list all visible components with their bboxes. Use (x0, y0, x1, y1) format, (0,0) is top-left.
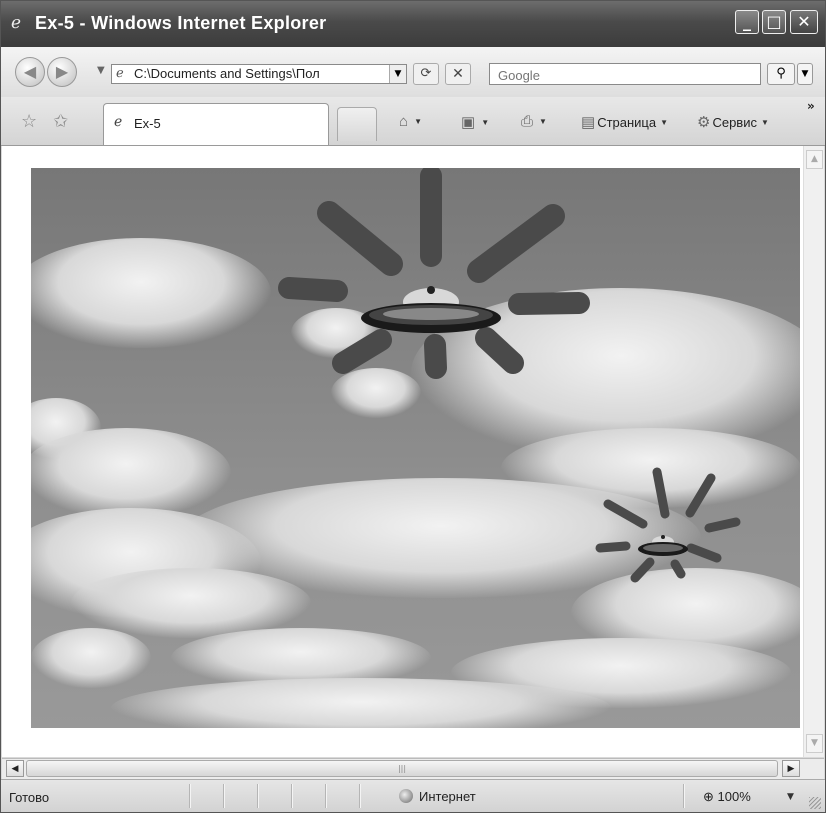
new-tab-button[interactable] (337, 107, 377, 141)
sky-image (31, 168, 800, 728)
print-button[interactable]: ⎙ ▼ (521, 113, 547, 130)
search-icon: ⚲ (776, 66, 786, 81)
forward-button[interactable]: ▶ (47, 57, 77, 87)
tools-dropdown-icon: ▼ (760, 118, 769, 127)
feeds-button[interactable]: ▣ ▼ (461, 113, 489, 131)
status-divider (359, 784, 361, 808)
title-bar[interactable]: ℯ Ex-5 - Windows Internet Explorer _ □ ✕ (1, 1, 825, 47)
tools-menu-label: Сервис (712, 115, 757, 130)
page-menu[interactable]: ▤ Страница ▼ (581, 113, 668, 131)
zoom-level: 100% (717, 789, 751, 804)
status-divider (325, 784, 327, 808)
large-ufo-ship (361, 286, 501, 333)
back-arrow-icon: ◀ (23, 62, 37, 81)
ufo-layer (278, 168, 741, 583)
horizontal-scrollbar[interactable]: ◀ ||| ▶ (2, 758, 824, 779)
magnifier-icon: ⊕ (703, 789, 714, 804)
minimize-button[interactable]: _ (735, 10, 759, 34)
refresh-button[interactable]: ⟳ (413, 63, 439, 85)
print-dropdown-icon[interactable]: ▼ (539, 117, 547, 126)
page-favicon-icon: ℯ (116, 66, 124, 81)
zoom-control[interactable]: ⊕ 100% (703, 789, 751, 805)
scroll-up-button[interactable]: ▲ (806, 150, 823, 169)
zoom-dropdown[interactable]: ▼ (787, 792, 794, 802)
address-field[interactable]: ℯ C:\Documents and Settings\Пол ▼ (111, 64, 407, 84)
command-bar: ☆ ✩ ℯ Ex-5 ⌂ ▼ ▣ ▼ ⎙ ▼ ▤ Страница ▼ ⚙ Сервис ▼ … (1, 97, 825, 146)
feeds-icon: ▣ (461, 114, 476, 131)
search-input[interactable] (496, 65, 750, 85)
status-divider (291, 784, 293, 808)
ie-logo-icon: ℯ (11, 13, 22, 33)
stop-button[interactable]: ✕ (445, 63, 471, 85)
security-zone[interactable]: Интернет (399, 789, 476, 804)
tools-gear-icon: ⚙ (697, 114, 711, 131)
globe-icon (399, 789, 413, 803)
print-icon: ⎙ (521, 113, 534, 130)
favorites-star-icon[interactable]: ☆ (21, 111, 37, 132)
close-button[interactable]: ✕ (790, 10, 818, 34)
status-bar: Готово Интернет ⊕ 100% ▼ (1, 779, 825, 812)
horizontal-scroll-thumb[interactable]: ||| (26, 760, 778, 777)
more-commands-chevron[interactable]: » (807, 99, 815, 113)
back-button[interactable]: ◀ (15, 57, 45, 87)
forward-arrow-icon: ▶ (55, 62, 69, 81)
address-dropdown-button[interactable]: ▼ (389, 65, 406, 83)
address-toolbar: ◀ ▶ ▼ ℯ C:\Documents and Settings\Пол ▼ … (1, 47, 825, 97)
home-button[interactable]: ⌂ ▼ (399, 113, 422, 130)
status-divider (223, 784, 225, 808)
large-ufo-rays (278, 168, 590, 379)
search-button[interactable]: ⚲ (767, 63, 795, 85)
status-text: Готово (9, 790, 50, 805)
add-favorites-icon[interactable]: ✩ (53, 111, 68, 132)
recent-pages-dropdown[interactable]: ▼ (97, 65, 105, 76)
zone-label: Интернет (419, 789, 476, 804)
browser-window: ℯ Ex-5 - Windows Internet Explorer _ □ ✕… (0, 0, 826, 813)
scroll-down-button[interactable]: ▼ (806, 734, 823, 753)
home-dropdown-icon[interactable]: ▼ (414, 117, 422, 126)
refresh-icon: ⟳ (420, 66, 432, 81)
vertical-scrollbar[interactable]: ▲ ▼ (803, 146, 824, 757)
resize-grip[interactable] (809, 797, 821, 809)
small-ufo-ship (638, 535, 688, 556)
window-title: Ex-5 - Windows Internet Explorer (35, 13, 327, 33)
page-icon: ▤ (581, 114, 596, 131)
feeds-dropdown-icon[interactable]: ▼ (481, 118, 489, 127)
search-options-dropdown[interactable]: ▼ (797, 63, 813, 85)
scroll-right-button[interactable]: ▶ (782, 760, 800, 777)
tab-label: Ex-5 (134, 116, 161, 131)
small-ufo (595, 467, 741, 583)
search-box[interactable] (489, 63, 761, 85)
status-divider (683, 784, 685, 808)
status-divider (257, 784, 259, 808)
maximize-button[interactable]: □ (762, 10, 786, 34)
address-url[interactable]: C:\Documents and Settings\Пол (134, 66, 386, 81)
status-divider (189, 784, 191, 808)
page-dropdown-icon: ▼ (660, 118, 669, 127)
tab-favicon-icon: ℯ (114, 114, 123, 130)
stop-icon: ✕ (452, 66, 464, 82)
home-icon: ⌂ (399, 113, 409, 130)
page-viewport: ▲ ▼ (2, 146, 824, 757)
scroll-left-button[interactable]: ◀ (6, 760, 24, 777)
tools-menu[interactable]: ⚙ Сервис ▼ (697, 113, 769, 131)
page-menu-label: Страница (597, 115, 657, 130)
tab-ex-5[interactable]: ℯ Ex-5 (103, 103, 329, 145)
large-ufo (278, 168, 590, 379)
small-ufo-rays (595, 467, 741, 583)
